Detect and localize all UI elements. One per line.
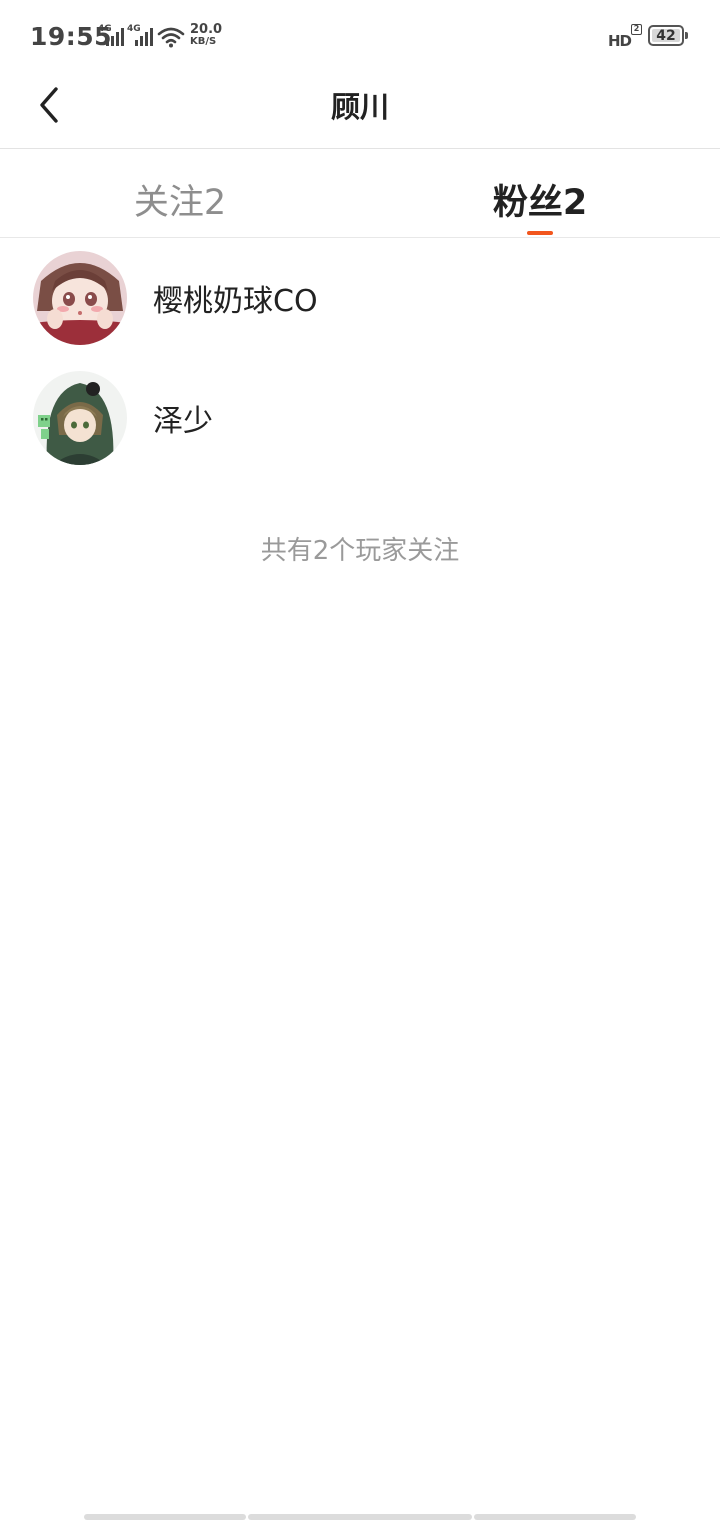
user-name[interactable]: 泽少 — [153, 396, 213, 440]
network-speed: 20.0 KB/S — [190, 22, 223, 47]
gesture-bar-home[interactable] — [248, 1514, 472, 1520]
top-app-bar: 顾川 — [0, 72, 720, 149]
list-item[interactable]: 樱桃奶球CO — [0, 238, 720, 358]
page-title: 顾川 — [330, 90, 389, 124]
tab-fans-label: 粉丝2 — [492, 183, 588, 223]
list-item[interactable]: 泽少 — [0, 358, 720, 478]
status-bar: 19:55 4G 4G 20.0 KB/S HD 2 42 — [0, 0, 720, 72]
active-tab-indicator — [527, 231, 553, 235]
signal-1-icon: 4G — [98, 24, 124, 48]
tab-bar: 关注2 粉丝2 — [0, 150, 720, 238]
wifi-icon — [157, 27, 185, 48]
gesture-bar-left[interactable] — [84, 1514, 246, 1520]
avatar[interactable] — [33, 251, 127, 345]
tab-following-label: 关注2 — [133, 183, 227, 223]
follower-count-note: 共有2个玩家关注 — [260, 536, 460, 566]
battery-level: 42 — [656, 28, 676, 44]
battery-tip — [685, 32, 688, 39]
user-name[interactable]: 樱桃奶球CO — [153, 276, 318, 320]
battery-icon: 42 — [648, 25, 684, 46]
tab-fans[interactable]: 粉丝2 — [360, 150, 720, 237]
tab-following[interactable]: 关注2 — [0, 150, 360, 237]
avatar[interactable] — [33, 371, 127, 465]
hd-voice-icon: HD 2 — [608, 24, 642, 50]
signal-2-icon: 4G — [127, 24, 153, 48]
gesture-bar-right[interactable] — [474, 1514, 636, 1520]
fans-list: 樱桃奶球CO 泽少 — [0, 238, 720, 478]
